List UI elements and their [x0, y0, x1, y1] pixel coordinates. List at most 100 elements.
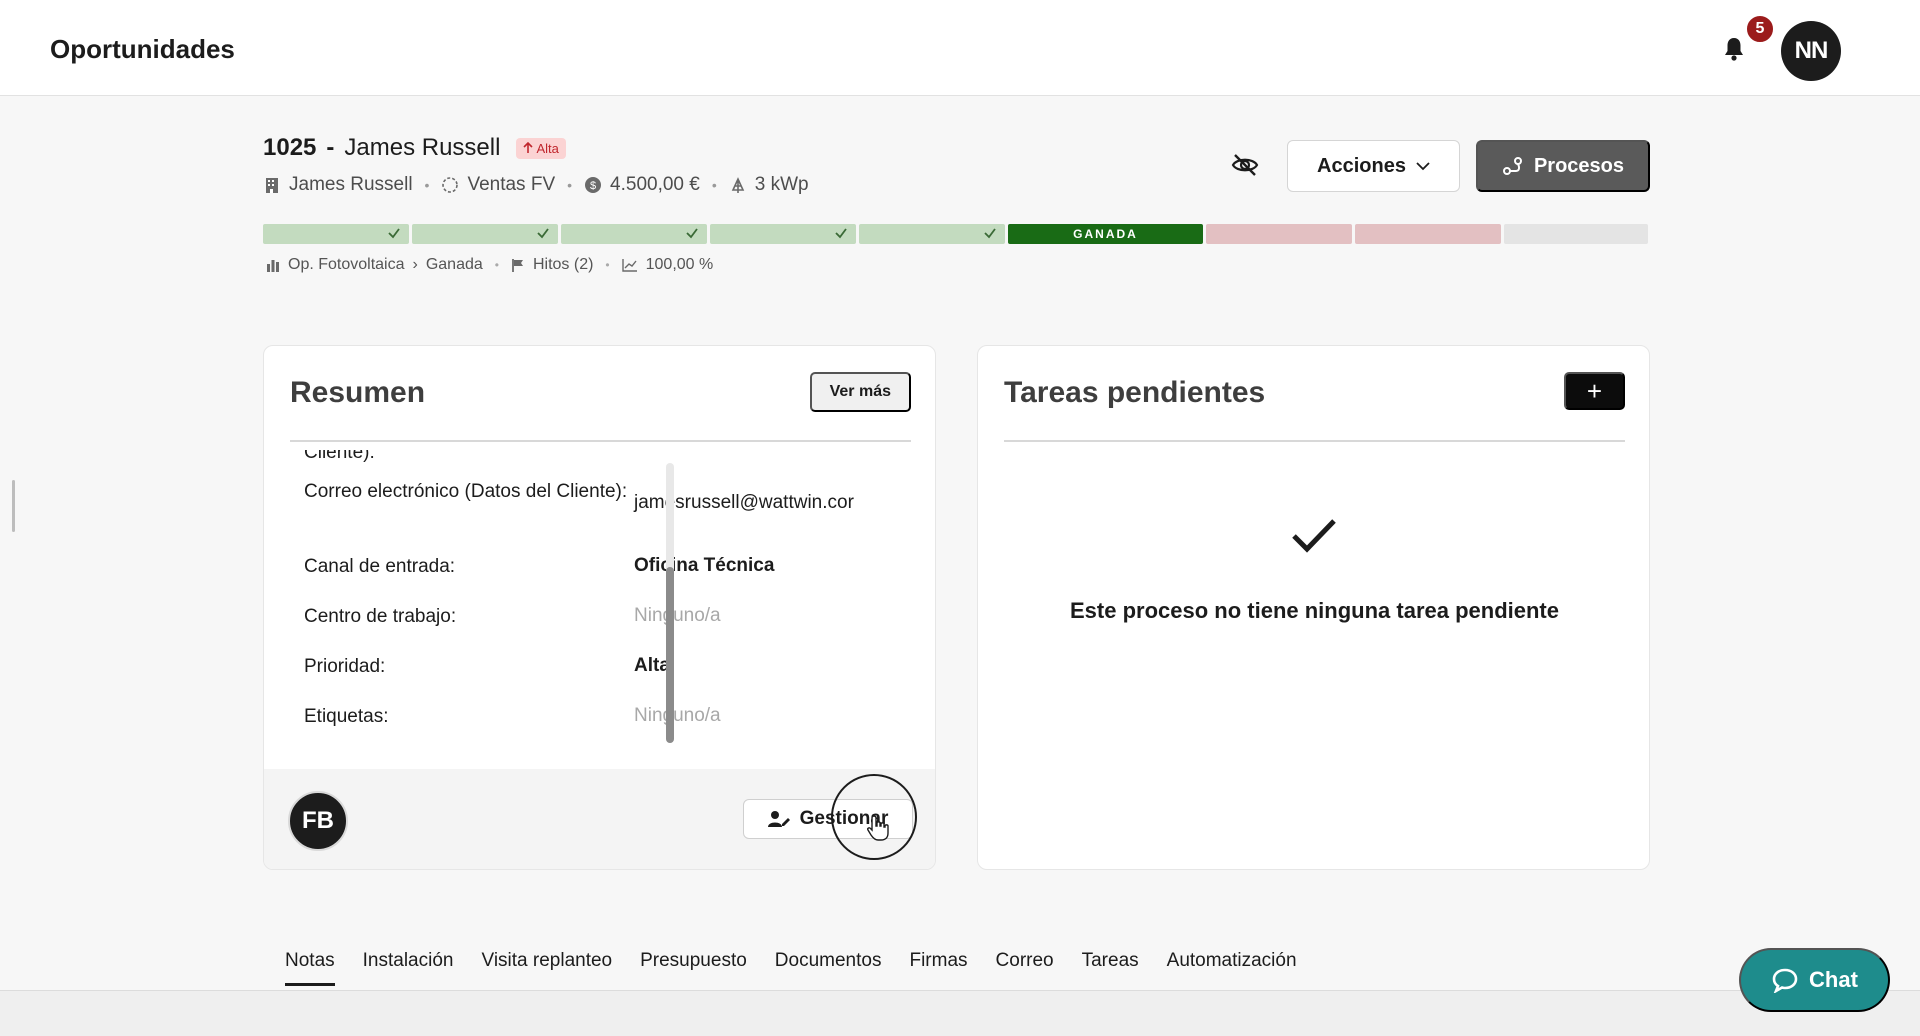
sidebar-resize-handle[interactable]: [12, 480, 15, 532]
user-avatar[interactable]: NN: [1781, 21, 1841, 81]
title-dash: -: [326, 134, 335, 161]
top-bar: Oportunidades 5 NN: [0, 0, 1920, 96]
breadcrumb-chevron: ›: [412, 256, 418, 273]
svg-text:$: $: [590, 180, 596, 192]
probability-percent: 100,00 %: [645, 256, 714, 273]
field-label: Correo electrónico (Datos del Cliente):: [304, 481, 628, 502]
check-icon: [537, 228, 549, 239]
stage-step-completed[interactable]: [710, 224, 856, 244]
building-icon: [266, 178, 278, 193]
hand-cursor-icon: [867, 815, 889, 841]
tab-content-area: [0, 991, 1920, 1036]
field-row-prioridad: Prioridad: Alta: [304, 655, 894, 680]
stage-progress-bar: GANADA: [263, 224, 1650, 244]
tab-instalacion[interactable]: Instalación: [363, 950, 454, 986]
field-label: Prioridad:: [304, 656, 386, 677]
pipeline-circle-icon: [442, 177, 459, 193]
bell-icon[interactable]: [1722, 36, 1746, 62]
card-divider: [290, 440, 911, 442]
checkmark-icon: [1292, 519, 1336, 553]
field-row-centro: Centro de trabajo: Ninguno/a: [304, 605, 894, 630]
priority-badge-label: Alta: [536, 140, 559, 156]
field-label: Etiquetas:: [304, 706, 389, 727]
add-task-button[interactable]: +: [1564, 372, 1625, 410]
field-value-prioridad[interactable]: Alta: [634, 655, 670, 680]
stage-step-empty[interactable]: [1504, 224, 1648, 244]
stage-step-completed[interactable]: [263, 224, 409, 244]
opportunity-header: 1025 - James Russell Alta James Russell …: [263, 134, 809, 196]
stage-step-completed[interactable]: [412, 224, 558, 244]
tab-notas[interactable]: Notas: [285, 950, 335, 986]
stage-step-won[interactable]: GANADA: [1008, 224, 1203, 244]
meta-separator: •: [424, 177, 430, 193]
client-name[interactable]: James Russell: [289, 174, 413, 196]
field-value-etiquetas[interactable]: Ninguno/a: [634, 705, 721, 730]
trend-chart-icon: [621, 259, 637, 272]
meta-separator: •: [567, 177, 573, 193]
stage-name[interactable]: Ganada: [426, 256, 483, 274]
tab-visita-replanteo[interactable]: Visita replanteo: [481, 950, 612, 986]
tab-automatizacion[interactable]: Automatización: [1167, 950, 1297, 986]
resumen-scrollbar[interactable]: [666, 463, 674, 743]
check-icon: [686, 228, 698, 239]
priority-badge: Alta: [516, 137, 566, 159]
tareas-title: Tareas pendientes: [1004, 376, 1266, 409]
chevron-down-icon: [1416, 162, 1430, 171]
pipeline-name: Ventas FV: [467, 174, 556, 195]
procesos-button[interactable]: Procesos: [1476, 140, 1650, 192]
resumen-title: Resumen: [290, 376, 426, 409]
opportunity-name: James Russell: [344, 134, 501, 161]
opportunity-meta: James Russell • Ventas FV • $ 4.500,00 €…: [263, 174, 809, 196]
resumen-card: Resumen Ver más Cliente): Correo electró…: [263, 345, 936, 870]
process-path-row: Op. Fotovoltaica › Ganada • Hitos (2) • …: [266, 256, 713, 274]
process-flow-icon: [1502, 157, 1522, 175]
tab-firmas[interactable]: Firmas: [909, 950, 967, 986]
chat-label: Chat: [1809, 967, 1858, 992]
arrow-up-icon: [523, 142, 534, 153]
meta-separator: •: [494, 258, 499, 272]
check-icon: [984, 228, 996, 239]
chat-button[interactable]: Chat: [1739, 948, 1890, 1012]
meta-separator: •: [711, 177, 717, 193]
opportunity-amount: 4.500,00 €: [610, 174, 700, 195]
field-value-centro[interactable]: Ninguno/a: [634, 605, 721, 630]
opportunity-power: 3 kWp: [754, 174, 809, 195]
milestones-count[interactable]: Hitos (2): [533, 256, 593, 274]
tab-correo[interactable]: Correo: [996, 950, 1054, 986]
chat-bubble-icon: [1772, 968, 1798, 993]
empty-tasks-message: Este proceso no tiene ninguna tarea pend…: [1070, 598, 1559, 623]
field-row-canal: Canal de entrada: Oficina Técnica: [304, 555, 894, 580]
process-name[interactable]: Op. Fotovoltaica: [288, 256, 405, 274]
stage-step-completed[interactable]: [859, 224, 1005, 244]
resumen-fields-scroll[interactable]: Cliente): Correo electrónico (Datos del …: [290, 450, 911, 735]
procesos-label: Procesos: [1533, 154, 1625, 177]
check-icon: [388, 228, 400, 239]
scrollbar-thumb[interactable]: [666, 567, 674, 743]
notification-count-badge[interactable]: 5: [1745, 14, 1775, 44]
check-icon: [835, 228, 847, 239]
stage-step-lost[interactable]: [1206, 224, 1352, 244]
field-label-cut: Cliente):: [304, 450, 375, 463]
stage-step-completed[interactable]: [561, 224, 707, 244]
owner-avatar[interactable]: FB: [288, 791, 348, 851]
field-label: Centro de trabajo:: [304, 606, 457, 627]
card-divider: [1004, 440, 1625, 442]
money-icon: $: [585, 177, 602, 193]
field-row-etiquetas: Etiquetas: Ninguno/a: [304, 705, 894, 730]
flag-icon: [512, 259, 523, 272]
opportunity-number: 1025: [263, 134, 317, 161]
detail-tabs: Notas Instalación Visita replanteo Presu…: [285, 950, 1297, 986]
tab-documentos[interactable]: Documentos: [775, 950, 882, 986]
acciones-label: Acciones: [1317, 154, 1406, 177]
field-value-canal[interactable]: Oficina Técnica: [634, 555, 774, 580]
field-row-email: Correo electrónico (Datos del Cliente): …: [304, 480, 894, 514]
opportunity-title: 1025 - James Russell Alta: [263, 134, 809, 162]
hide-eye-icon[interactable]: [1230, 152, 1260, 178]
tab-tareas[interactable]: Tareas: [1082, 950, 1139, 986]
user-edit-icon: [767, 811, 790, 827]
ver-mas-button[interactable]: Ver más: [809, 372, 911, 412]
stage-step-lost[interactable]: [1355, 224, 1501, 244]
acciones-dropdown-button[interactable]: Acciones: [1287, 140, 1460, 192]
solar-panel-icon: [731, 177, 744, 193]
tab-presupuesto[interactable]: Presupuesto: [640, 950, 747, 986]
